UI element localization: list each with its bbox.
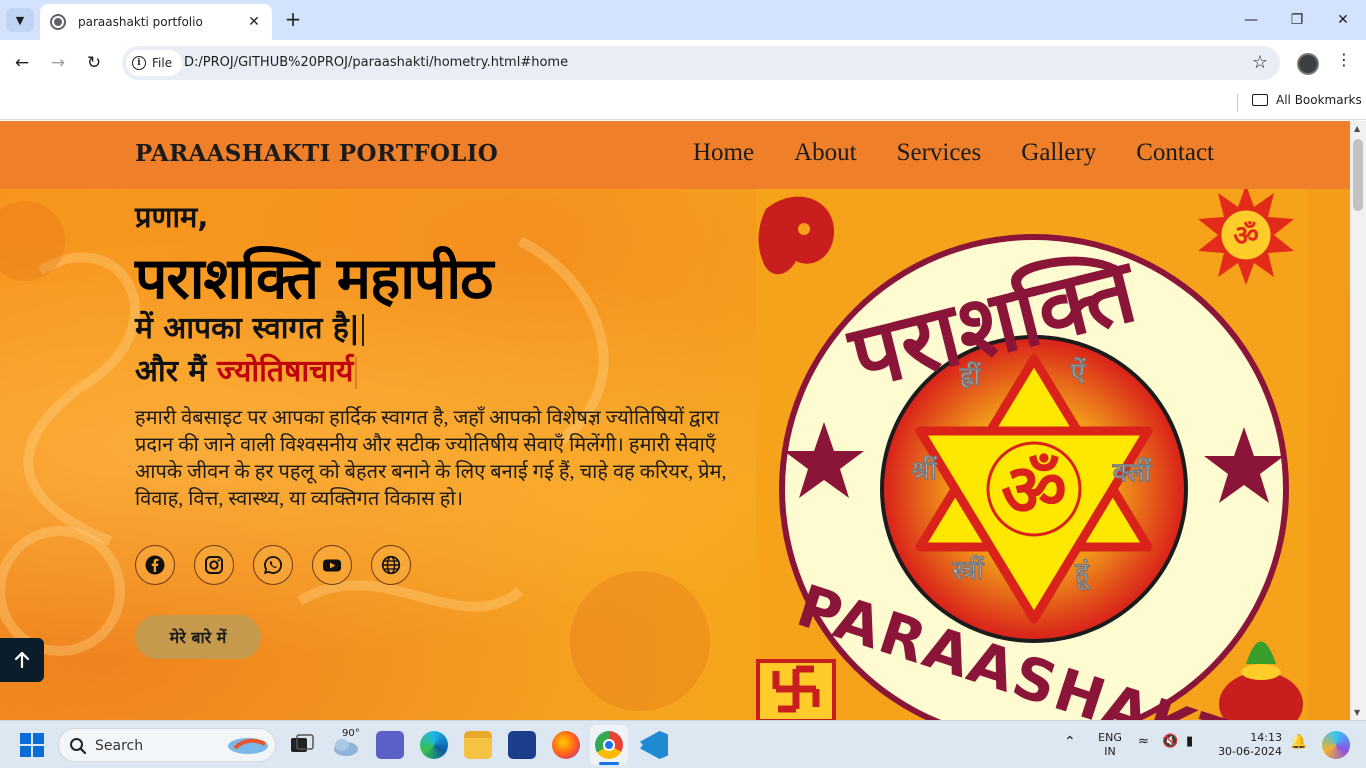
minimize-button[interactable]: — xyxy=(1228,6,1274,34)
role-typing-cursor xyxy=(355,356,358,389)
file-explorer-icon[interactable] xyxy=(464,731,492,759)
battery-icon[interactable]: ▮ xyxy=(1186,735,1193,749)
forward-button[interactable]: → xyxy=(44,49,72,77)
tray-overflow-icon[interactable]: ⌃ xyxy=(1064,735,1076,749)
hero-role-prefix: और मैं xyxy=(135,354,207,389)
nav-home[interactable]: Home xyxy=(693,139,754,167)
wifi-icon[interactable]: ≈ xyxy=(1138,735,1149,749)
new-tab-button[interactable]: + xyxy=(282,8,304,32)
scroll-up-arrow-icon[interactable]: ▲ xyxy=(1354,124,1360,133)
language-indicator[interactable]: ENG IN xyxy=(1096,731,1124,759)
mantra-hoom: हूं xyxy=(1074,558,1091,591)
site-info-chip[interactable]: i File xyxy=(126,50,183,76)
hero-intro: हमारी वेबसाइट पर आपका हार्दिक स्वागत है,… xyxy=(135,407,727,510)
scroll-thumb[interactable] xyxy=(1353,139,1363,211)
profile-avatar[interactable] xyxy=(1297,53,1319,75)
tab-title: paraashakti portfolio xyxy=(78,15,203,29)
bookmarks-divider xyxy=(1237,94,1238,112)
tab-strip: ▼ paraashakti portfolio ✕ + — ❐ ✕ xyxy=(0,0,1366,40)
hero-role-line: और मैं ज्योतिषाचार्य xyxy=(135,349,358,390)
bookmarks-bar: All Bookmarks xyxy=(0,86,1366,120)
globe-icon[interactable] xyxy=(371,545,411,585)
swastika-emblem xyxy=(756,659,836,720)
site-info-label: File xyxy=(152,56,173,70)
vscode-icon[interactable] xyxy=(640,731,668,759)
tab-search-button[interactable]: ▼ xyxy=(6,8,34,32)
copilot-icon[interactable] xyxy=(1322,731,1350,759)
nav-gallery[interactable]: Gallery xyxy=(1021,139,1096,167)
close-tab-icon[interactable]: ✕ xyxy=(246,14,262,30)
about-me-button[interactable]: मेरे बारे में xyxy=(135,615,261,659)
logo-om: ॐ xyxy=(1001,448,1067,532)
store-icon[interactable] xyxy=(508,731,536,759)
search-label: Search xyxy=(95,738,144,754)
youtube-icon[interactable] xyxy=(312,545,352,585)
clock-time: 14:13 xyxy=(1250,731,1282,744)
all-bookmarks-label: All Bookmarks xyxy=(1276,93,1362,107)
nav-about[interactable]: About xyxy=(794,139,857,167)
nav-services[interactable]: Services xyxy=(897,139,982,167)
hero-role: ज्योतिषाचार्य xyxy=(216,354,354,389)
edge-icon[interactable] xyxy=(420,731,448,759)
taskbar: Search 90° ⌃ ENG IN ≈ 🔇 ▮ 14:13 30-06-20… xyxy=(0,720,1366,768)
task-view-icon[interactable] xyxy=(288,731,316,759)
hero-welcome-text: में आपका स्वागत है| xyxy=(135,311,360,346)
nav-contact[interactable]: Contact xyxy=(1136,139,1214,167)
whatsapp-icon[interactable] xyxy=(253,545,293,585)
page-scrollbar[interactable]: ▲ ▼ xyxy=(1350,121,1366,720)
mantra-shreem: श्रीं xyxy=(911,455,937,486)
firefox-icon[interactable] xyxy=(552,731,580,759)
folder-icon xyxy=(1252,94,1268,106)
globe-favicon-icon xyxy=(50,14,66,30)
menu-icon[interactable]: ⋮ xyxy=(1334,50,1354,76)
mantra-aim: ऐं xyxy=(1070,357,1087,388)
page-viewport: PARAASHAKTI PORTFOLIO Home About Service… xyxy=(0,121,1350,720)
clock-date: 30-06-2024 xyxy=(1218,745,1282,758)
address-bar[interactable]: i File D:/PROJ/GITHUB%20PROJ/paraashakti… xyxy=(122,46,1280,80)
scroll-down-arrow-icon[interactable]: ▼ xyxy=(1354,708,1360,717)
hero-title: पराशक्ति महापीठ xyxy=(135,246,493,312)
lang-top: ENG xyxy=(1098,731,1122,744)
site-navbar: PARAASHAKTI PORTFOLIO Home About Service… xyxy=(0,121,1350,189)
mantra-streem: स्त्रीं xyxy=(951,555,984,586)
arrow-up-icon xyxy=(14,651,30,669)
all-bookmarks-button[interactable]: All Bookmarks xyxy=(1252,93,1362,107)
restore-button[interactable]: ❐ xyxy=(1274,6,1320,34)
clock[interactable]: 14:13 30-06-2024 xyxy=(1218,731,1282,759)
site-brand[interactable]: PARAASHAKTI PORTFOLIO xyxy=(135,140,498,167)
nav-links: Home About Services Gallery Contact xyxy=(693,139,1214,167)
close-window-button[interactable]: ✕ xyxy=(1320,6,1366,34)
paraashakti-logo: ॐ पराशक्ति PARAASHAKTI ॐ ह्रीं ऐं श्रीं … xyxy=(756,189,1308,720)
weather-icon[interactable]: 90° xyxy=(332,728,360,759)
info-icon: i xyxy=(132,56,146,70)
social-links xyxy=(135,545,411,585)
bookmark-star-icon[interactable]: ☆ xyxy=(1252,52,1268,73)
teams-icon[interactable] xyxy=(376,731,404,759)
hero-greeting: प्रणाम, xyxy=(135,200,209,234)
logo-illustration: ॐ पराशक्ति PARAASHAKTI ॐ ह्रीं ऐं श्रीं … xyxy=(756,189,1308,720)
instagram-icon[interactable] xyxy=(194,545,234,585)
url-text[interactable]: D:/PROJ/GITHUB%20PROJ/paraashakti/hometr… xyxy=(184,55,568,70)
taskbar-search[interactable]: Search xyxy=(58,728,276,762)
notification-bell-icon[interactable]: 🔔 xyxy=(1290,735,1307,749)
reload-button[interactable]: ↻ xyxy=(80,49,108,77)
hero-welcome: में आपका स्वागत है| xyxy=(135,306,364,347)
mantra-hreem: ह्रीं xyxy=(959,361,982,392)
windows-start-icon[interactable] xyxy=(20,733,44,757)
back-to-top-button[interactable] xyxy=(0,638,44,682)
weather-temp: 90° xyxy=(342,728,360,739)
svg-text:ॐ: ॐ xyxy=(1233,219,1259,252)
back-button[interactable]: ← xyxy=(8,49,36,77)
search-highlight-icon xyxy=(228,738,268,754)
active-tab[interactable]: paraashakti portfolio ✕ xyxy=(40,4,272,40)
chrome-taskbar-item[interactable] xyxy=(590,725,628,765)
typing-cursor xyxy=(361,313,364,346)
search-icon xyxy=(70,738,87,755)
facebook-icon[interactable] xyxy=(135,545,175,585)
lang-bottom: IN xyxy=(1104,745,1116,758)
mantra-kleem: क्लीं xyxy=(1112,457,1153,488)
browser-toolbar: ← → ↻ i File D:/PROJ/GITHUB%20PROJ/paraa… xyxy=(0,40,1366,86)
volume-muted-icon[interactable]: 🔇 xyxy=(1162,735,1178,749)
